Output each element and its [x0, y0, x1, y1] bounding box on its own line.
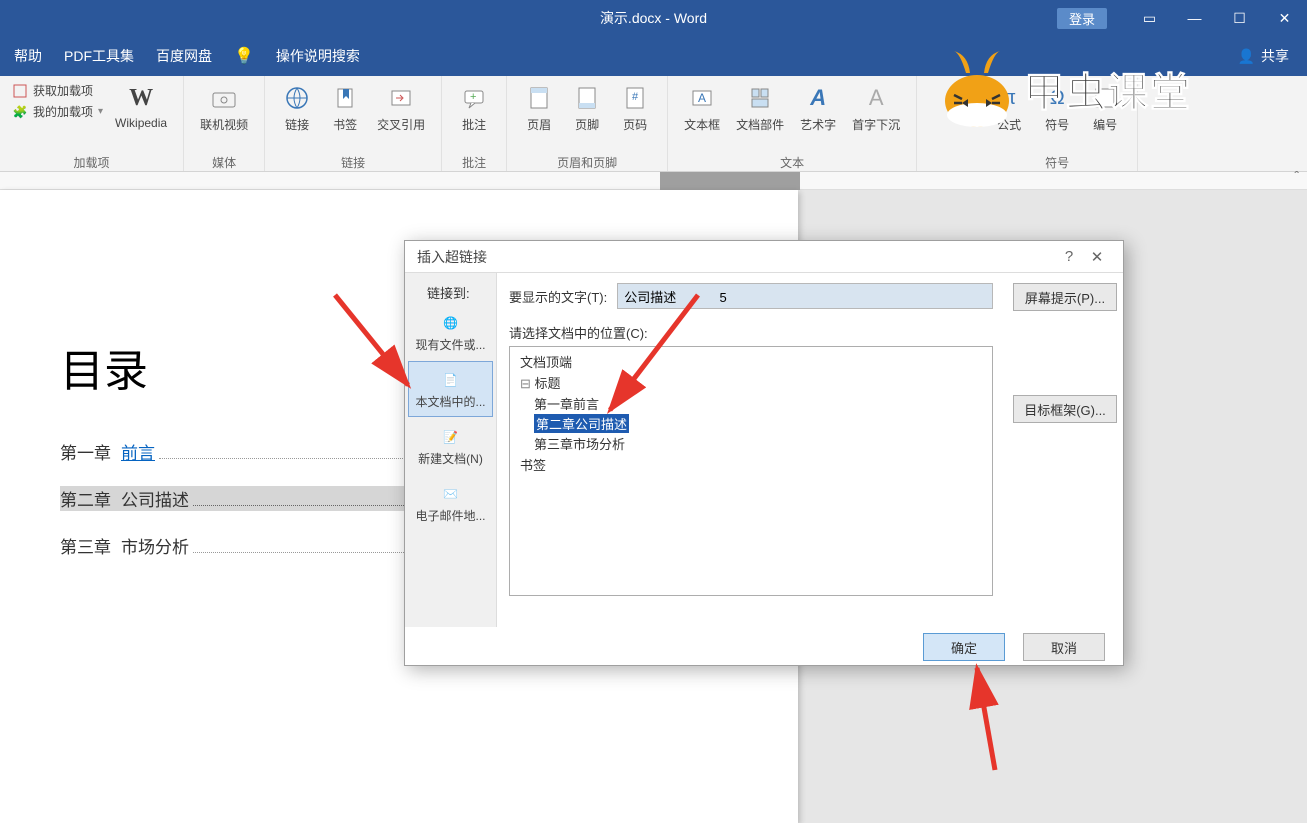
tree-doc-top[interactable]: 文档顶端 — [516, 351, 986, 372]
toc-title-2: 公司描述 — [121, 486, 189, 511]
maximize-icon[interactable]: ☐ — [1217, 0, 1262, 36]
textbox-button[interactable]: A文本框 — [676, 80, 728, 152]
tree-h1[interactable]: 第一章前言 — [516, 393, 986, 414]
dialog-close-icon[interactable]: ✕ — [1083, 248, 1111, 266]
side-this-document[interactable]: 📄本文档中的... — [408, 361, 493, 417]
wikipedia-icon: W — [125, 82, 157, 114]
tree-h2-selected[interactable]: 第二章公司描述 — [534, 414, 629, 433]
footer-button[interactable]: 页脚 — [563, 80, 611, 152]
menu-baidu[interactable]: 百度网盘 — [156, 46, 212, 66]
link-to-label: 链接到: — [427, 283, 470, 302]
targetframe-button[interactable]: 目标框架(G)... — [1013, 395, 1117, 423]
cancel-button[interactable]: 取消 — [1023, 633, 1105, 661]
person-icon: 👤 — [1238, 48, 1255, 65]
new-doc-icon: 📝 — [439, 426, 463, 448]
video-icon — [208, 82, 240, 114]
group-headerfooter-label: 页眉和页脚 — [515, 152, 659, 173]
menu-help[interactable]: 帮助 — [14, 46, 42, 66]
minimize-icon[interactable]: — — [1172, 0, 1217, 36]
side-existing-file[interactable]: 🌐现有文件或... — [408, 304, 493, 360]
wordart-button[interactable]: A艺术字 — [792, 80, 844, 152]
header-button[interactable]: 页眉 — [515, 80, 563, 152]
group-text-label: 文本 — [676, 152, 908, 173]
svg-text:+: + — [470, 91, 476, 103]
dropcap-icon: A — [860, 82, 892, 114]
docparts-icon — [744, 82, 776, 114]
tell-me-search[interactable]: 操作说明搜索 — [276, 46, 360, 66]
pagenum-button[interactable]: #页码 — [611, 80, 659, 152]
pagenum-icon: # — [619, 82, 651, 114]
display-text-input[interactable] — [617, 283, 993, 309]
crossref-icon — [385, 82, 417, 114]
titlebar: 演示.docx - Word 登录 ▭ — ☐ ✕ — [0, 0, 1307, 36]
dropcap-button[interactable]: A首字下沉 — [844, 80, 908, 152]
side-new-document[interactable]: 📝新建文档(N) — [408, 418, 493, 474]
header-icon — [523, 82, 555, 114]
group-links-label: 链接 — [273, 152, 433, 173]
lightbulb-icon: 💡 — [234, 46, 254, 66]
beetle-icon — [938, 45, 1016, 133]
toc-title-3: 市场分析 — [121, 533, 189, 558]
side-email[interactable]: ✉️电子邮件地... — [408, 475, 493, 531]
online-video-button[interactable]: 联机视频 — [192, 80, 256, 152]
group-media-label: 媒体 — [192, 152, 256, 173]
link-icon — [281, 82, 313, 114]
insert-hyperlink-dialog: 插入超链接 ? ✕ 链接到: 🌐现有文件或... 📄本文档中的... 📝新建文档… — [404, 240, 1124, 666]
ruler — [0, 172, 1307, 190]
watermark-logo: 甲虫课堂 — [938, 45, 1192, 133]
bookmark-button[interactable]: 书签 — [321, 80, 369, 152]
dialog-help-icon[interactable]: ? — [1055, 248, 1083, 265]
docparts-button[interactable]: 文档部件 — [728, 80, 792, 152]
select-position-label: 请选择文档中的位置(C): — [509, 323, 993, 342]
tree-headings[interactable]: ⊟ 标题 — [516, 372, 986, 393]
group-symbols-label: 符号 — [985, 152, 1129, 173]
crossref-button[interactable]: 交叉引用 — [369, 80, 433, 152]
textbox-icon: A — [686, 82, 718, 114]
close-icon[interactable]: ✕ — [1262, 0, 1307, 36]
group-addins-label: 加载项 — [8, 152, 175, 173]
svg-text:#: # — [632, 91, 639, 103]
my-addins-button[interactable]: 🧩我的加载项 ▾ — [12, 103, 103, 120]
tree-h3[interactable]: 第三章市场分析 — [516, 433, 986, 454]
toc-link-1[interactable]: 前言 — [121, 439, 155, 464]
dialog-sidebar: 🌐现有文件或... 📄本文档中的... 📝新建文档(N) ✉️电子邮件地... — [405, 273, 497, 627]
watermark-text: 甲虫课堂 — [1024, 60, 1192, 118]
wikipedia-button[interactable]: W Wikipedia — [107, 80, 175, 152]
ok-button[interactable]: 确定 — [923, 633, 1005, 661]
bookmark-icon — [329, 82, 361, 114]
login-button[interactable]: 登录 — [1057, 8, 1107, 29]
document-tree[interactable]: 文档顶端 ⊟ 标题 第一章前言 第二章公司描述 第三章市场分析 书签 — [509, 346, 993, 596]
group-comments-label: 批注 — [450, 152, 498, 173]
display-text-label: 要显示的文字(T): — [509, 287, 607, 306]
menu-pdf[interactable]: PDF工具集 — [64, 46, 134, 66]
comment-icon: + — [458, 82, 490, 114]
email-icon: ✉️ — [439, 483, 463, 505]
screentip-button[interactable]: 屏幕提示(P)... — [1013, 283, 1117, 311]
get-addins-button[interactable]: 获取加载项 — [12, 82, 103, 99]
dialog-title: 插入超链接 — [417, 247, 487, 267]
share-button[interactable]: 👤 共享 — [1238, 46, 1289, 66]
collapse-ribbon-icon[interactable]: ˆ — [1294, 168, 1299, 184]
comment-button[interactable]: +批注 — [450, 80, 498, 152]
footer-icon — [571, 82, 603, 114]
ribbon-display-options-icon[interactable]: ▭ — [1127, 0, 1172, 36]
wordart-icon: A — [802, 82, 834, 114]
tree-bookmarks[interactable]: 书签 — [516, 454, 986, 475]
file-globe-icon: 🌐 — [439, 312, 463, 334]
link-button[interactable]: 链接 — [273, 80, 321, 152]
svg-text:A: A — [698, 91, 706, 105]
doc-icon: 📄 — [439, 369, 463, 391]
share-label: 共享 — [1261, 46, 1289, 66]
